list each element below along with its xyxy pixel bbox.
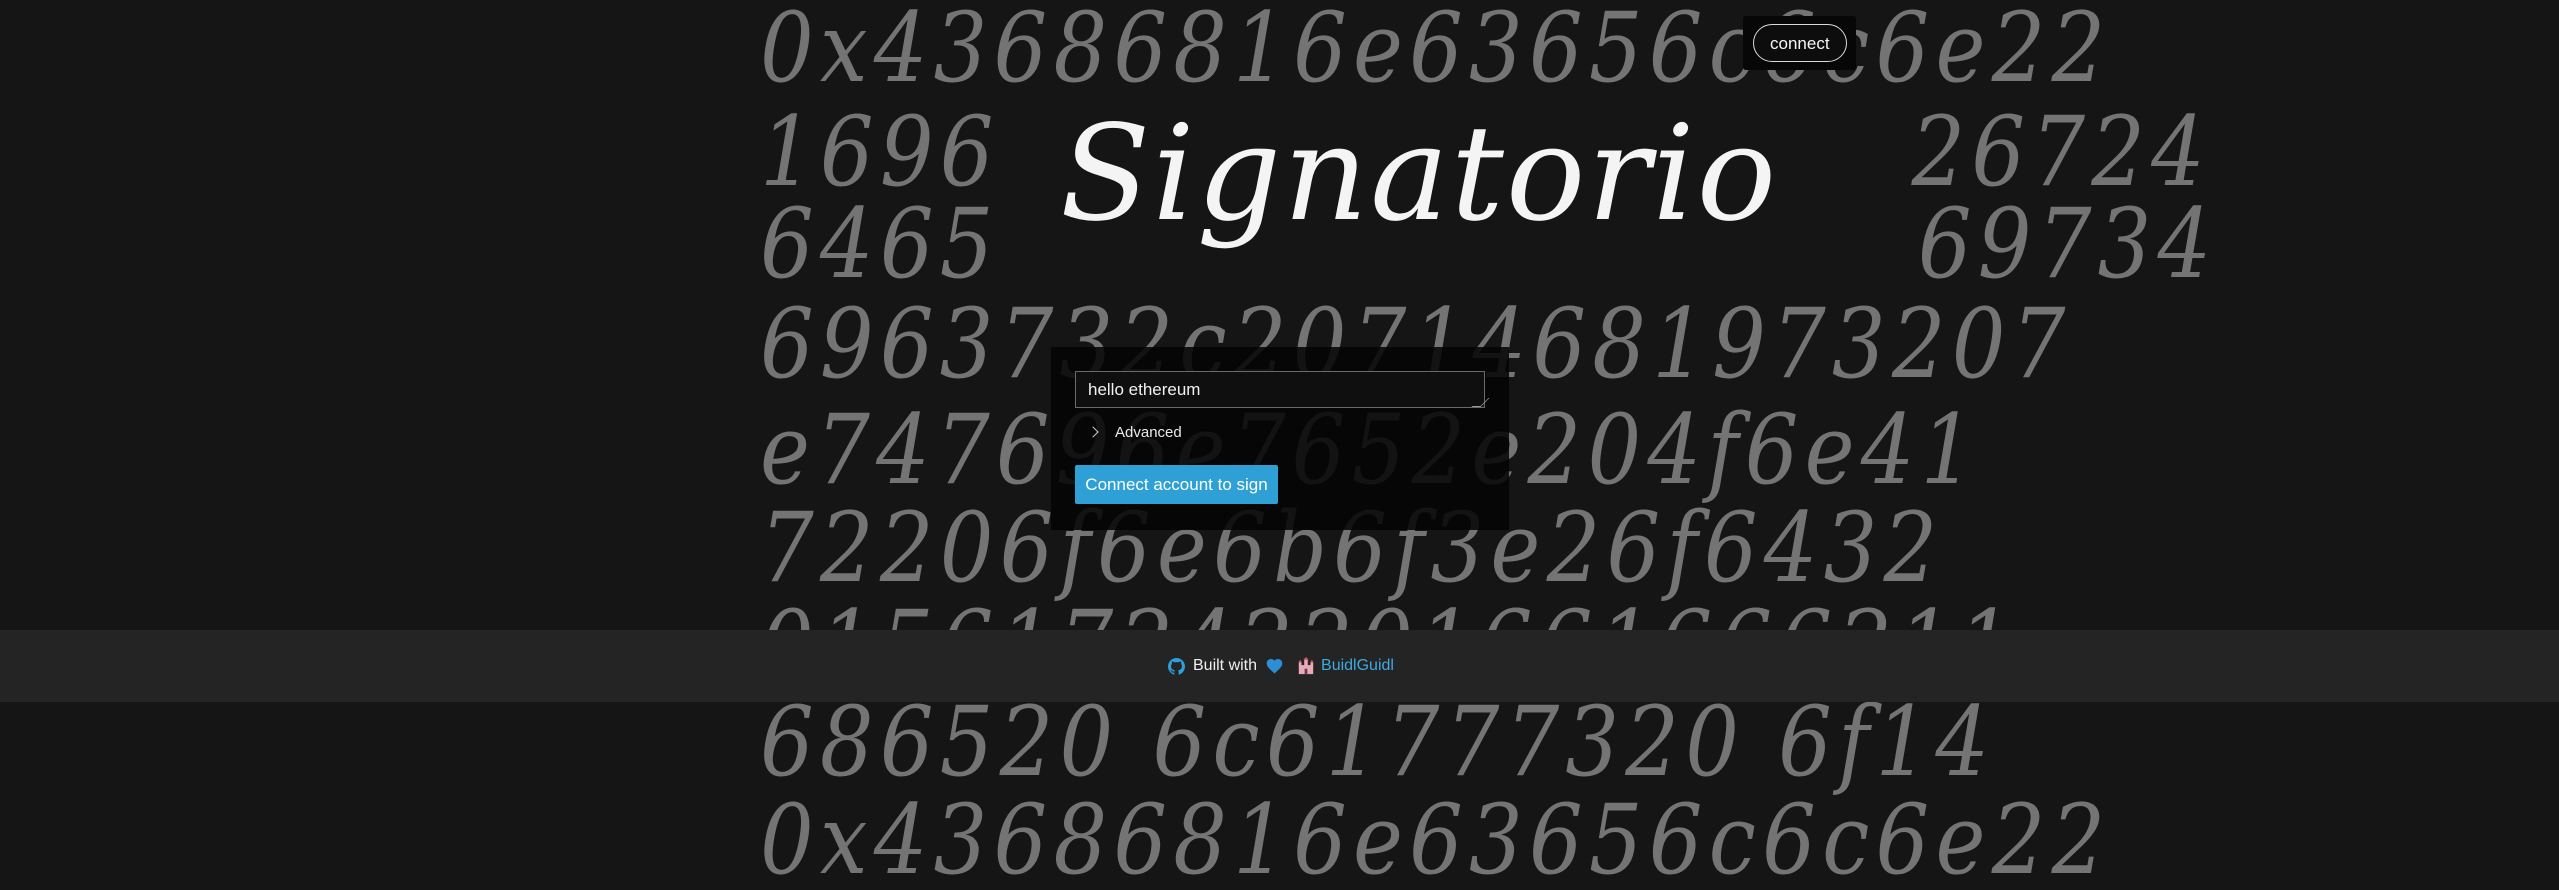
page: 0x43686816e63656c6c6e22 1696c 26724 6465… <box>0 0 2559 890</box>
hex-line: 0x43686816e63656c6c6e22 <box>760 0 2112 104</box>
castle-icon <box>1298 657 1314 675</box>
connect-area: connect <box>1743 16 1856 70</box>
hex-line: 0x43686816e63656c6c6e22 <box>760 784 2112 890</box>
connect-to-sign-button[interactable]: Connect account to sign <box>1075 465 1278 504</box>
sign-card: Advanced Connect account to sign <box>1051 347 1509 530</box>
advanced-label: Advanced <box>1115 423 1182 441</box>
buidlguidl-link[interactable]: BuidlGuidl <box>1321 657 1394 675</box>
footer-bar: Built with BuidlGuidl <box>0 630 2559 702</box>
built-with-label: Built with <box>1193 657 1258 674</box>
heart-icon <box>1266 659 1283 674</box>
footer-credits: Built with BuidlGuidl <box>1168 630 1394 702</box>
hex-line: 686520 6c61777320 6f14 <box>760 686 1996 798</box>
message-input[interactable] <box>1075 371 1485 408</box>
app-logo: Signatorio <box>1060 97 1779 251</box>
connect-button[interactable]: connect <box>1753 24 1847 62</box>
github-icon[interactable] <box>1168 657 1185 675</box>
chevron-right-icon <box>1087 426 1099 438</box>
advanced-toggle[interactable]: Advanced <box>1087 420 1182 444</box>
